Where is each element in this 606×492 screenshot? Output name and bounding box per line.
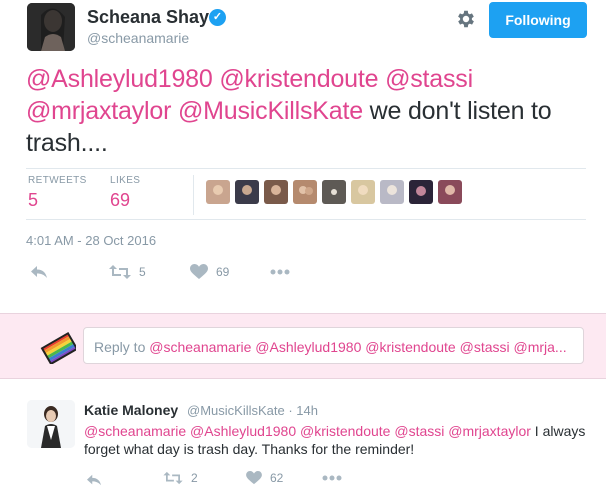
more-button[interactable] [322,468,342,488]
profile-name[interactable]: Scheana Shay [87,7,209,28]
heart-icon [190,264,208,279]
likes-label: LIKES [110,175,141,186]
liker-avatar[interactable] [235,180,259,204]
liker-avatar[interactable] [409,180,433,204]
reply-author-handle[interactable]: @MusicKillsKate · 14h [187,403,318,418]
reply-box: Reply to @scheanamarie @Ashleylud1980 @k… [0,313,606,379]
like-button[interactable]: 62 [246,468,283,488]
more-button[interactable] [270,262,290,282]
tweet-actions: 5 69 [0,262,606,284]
divider [26,168,586,169]
heart-icon [246,471,262,485]
tweet-mention-kristendoute[interactable]: @kristendoute [219,65,378,93]
liker-avatar[interactable] [380,180,404,204]
rainbow-logo-icon [40,328,79,366]
avatar[interactable] [27,3,75,51]
reply-author-name[interactable]: Katie Maloney [84,402,178,418]
gear-icon[interactable] [455,8,477,30]
reply-icon [87,474,101,486]
retweet-button[interactable]: 5 [109,262,146,282]
reply-button[interactable] [86,470,102,490]
verified-badge-icon: ✓ [209,9,226,26]
liker-avatar[interactable] [264,180,288,204]
like-count: 62 [270,471,284,485]
liker-avatar[interactable] [293,180,317,204]
tweet-text: @Ashleylud1980 @kristendoute @stassi @mr… [26,63,596,159]
liker-avatar[interactable] [438,180,462,204]
following-button[interactable]: Following [489,2,587,38]
reply-input[interactable] [83,327,584,364]
like-count: 69 [216,265,230,279]
likes-stat[interactable]: LIKES 69 [110,175,140,211]
liker-avatar[interactable] [351,180,375,204]
main-tweet: Scheana Shay ✓ @scheanamarie Following @… [0,0,606,312]
tweet-mention-musickillskate[interactable]: @MusicKillsKate [178,97,363,125]
likes-value: 69 [110,190,131,210]
reply-tweet[interactable]: Katie Maloney @MusicKillsKate · 14h @sch… [0,392,606,492]
tweet-mention-stassi[interactable]: @stassi [385,65,473,93]
retweet-icon [163,471,183,485]
profile-handle[interactable]: @scheanamarie [87,30,189,46]
reply-text: @scheanamarie @Ashleylud1980 @kristendou… [84,422,594,458]
like-button[interactable]: 69 [190,262,229,282]
more-icon [322,475,342,481]
liker-avatar[interactable] [322,180,346,204]
avatar[interactable] [27,400,75,448]
retweet-count: 5 [139,265,146,279]
reply-icon [31,266,47,278]
retweets-stat[interactable]: RETWEETS 5 [28,175,87,211]
reply-button[interactable] [30,262,48,282]
liker-avatar[interactable] [206,180,230,204]
divider [26,219,586,220]
reply-text-mentions[interactable]: @scheanamarie @Ashleylud1980 @kristendou… [84,423,531,439]
more-icon [270,269,290,275]
tweet-mention-mrjaxtaylor[interactable]: @mrjaxtaylor [26,97,171,125]
retweets-label: RETWEETS [28,175,87,186]
stats-separator [193,175,194,215]
retweet-icon [109,265,131,279]
retweet-button[interactable]: 2 [163,468,198,488]
tweet-mention-ashleylud1980[interactable]: @Ashleylud1980 [26,65,213,93]
tweet-stats: RETWEETS 5 LIKES 69 [26,175,586,219]
retweet-count: 2 [191,471,198,485]
tweet-timestamp[interactable]: 4:01 AM - 28 Oct 2016 [26,233,156,248]
retweets-value: 5 [28,190,39,210]
